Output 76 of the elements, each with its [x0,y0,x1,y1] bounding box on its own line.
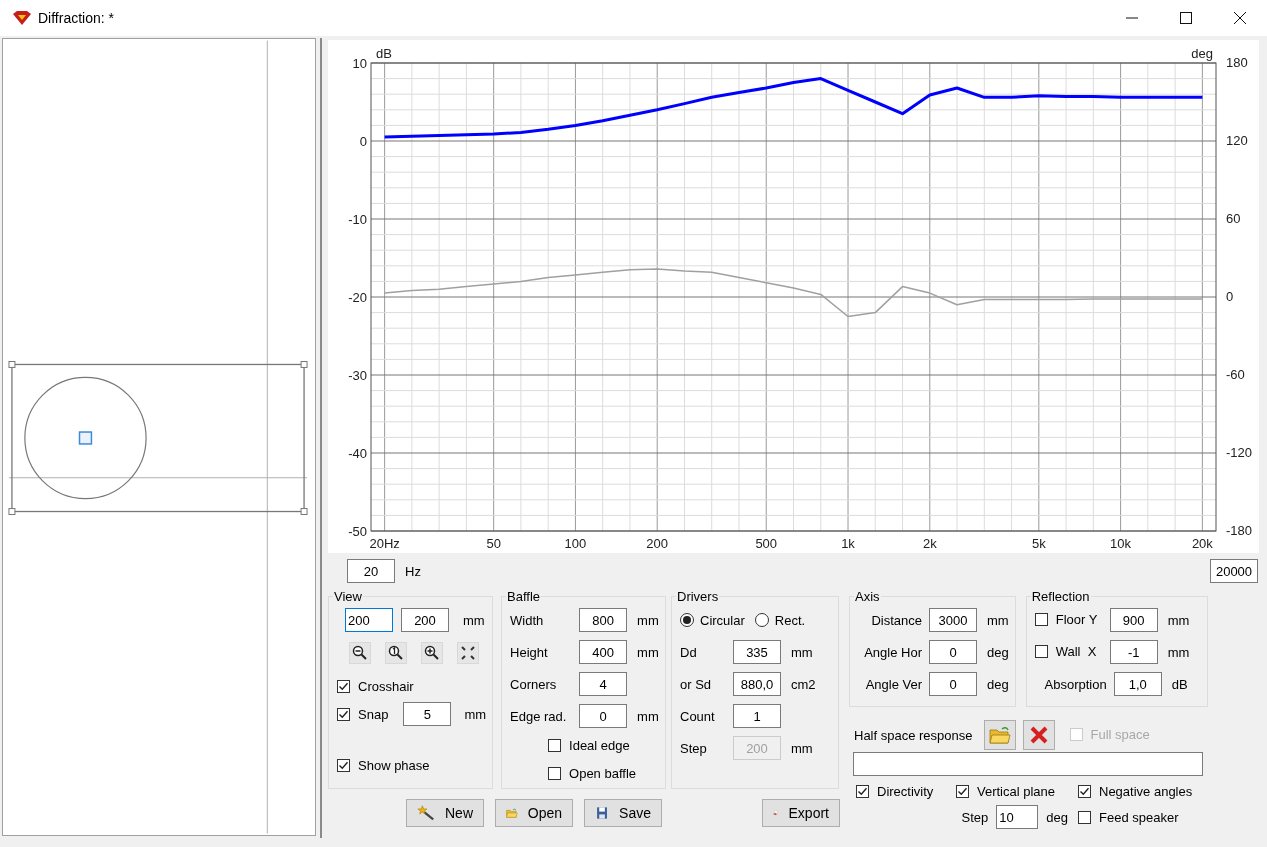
y-axis-label: dB [376,46,392,61]
unit-label: deg [987,676,1009,692]
field-label: Distance [870,612,922,628]
field-label: Step [680,740,708,756]
checkbox-label: Floor Y [1055,611,1098,627]
y2-axis-label: deg [1191,46,1213,61]
unit-label: mm [1167,644,1190,660]
field-label: Count [680,708,716,724]
field-label: Height [510,644,549,660]
unit-label: mm [1167,612,1190,628]
field-label: Absorption [1043,676,1107,692]
checkbox-label: Show phase [358,757,430,773]
field-label: Angle Hor [863,644,922,660]
field-label: Angle Ver [864,676,922,692]
y-tick-label: -50 [348,523,367,539]
checkbox-label: Open baffle [569,765,637,781]
unit-label: mm [791,644,813,660]
y2-tick-label: -60 [1226,366,1245,382]
y-tick-label: -40 [348,445,367,461]
unit-label: mm [637,612,659,628]
unit-label: mm [637,644,659,660]
field-label: or Sd [680,676,713,692]
unit-label: mm [637,708,659,724]
field-label: Corners [510,676,558,692]
x-tick-label: 50 [486,536,501,551]
y2-tick-label: -180 [1226,522,1253,538]
field-label: Half space response [854,727,973,743]
checkbox-label: Ideal edge [569,737,630,753]
checkbox-label: Wall X [1055,643,1097,659]
y-tick-label: -10 [348,211,367,227]
field-label: Step [961,809,989,825]
unit-label: mm [987,612,1009,628]
x-tick-label: 20k [1191,536,1213,551]
x-tick-label: 5k [1031,536,1046,551]
group-title: Axis [854,589,881,604]
group-title: View [333,589,363,604]
x-tick-label: 100 [564,536,587,551]
unit-label: deg [1046,809,1068,825]
y-tick-label: 0 [359,133,367,149]
y-tick-label: -20 [348,289,367,305]
checkbox-label: Feed speaker [1099,809,1179,825]
y2-tick-label: -120 [1226,444,1253,460]
radio-label: Rect. [774,612,806,628]
unit-label: cm2 [791,676,816,692]
field-label: Edge rad. [510,708,568,724]
unit-label: deg [987,644,1009,660]
unit-label: mm [464,706,487,722]
unit-label: dB [1171,676,1188,692]
checkbox-label: Snap [358,706,389,722]
group-title: Baffle [506,589,542,604]
x-tick-label: 10k [1110,536,1132,551]
checkbox-label: Directivity [877,784,934,799]
unit-label: mm [791,740,813,756]
x-tick-label: 2k [922,536,937,551]
field-label: Width [510,612,545,628]
field-label: Dd [680,644,698,660]
checkbox-label: Vertical plane [977,784,1056,799]
y2-tick-label: 180 [1226,54,1248,70]
y2-tick-label: 60 [1226,210,1241,226]
checkbox-label: Crosshair [358,678,414,694]
checkbox-label: Full space [1090,726,1150,742]
group-title: Reflection [1030,589,1091,604]
unit-label: Hz [405,563,421,579]
y2-tick-label: 0 [1226,288,1234,304]
group-title: Drivers [676,589,720,604]
checkbox-label: Negative angles [1099,784,1193,799]
radio-label: Circular [700,612,745,628]
unit-label: mm [463,612,485,628]
y2-tick-label: 120 [1226,132,1248,148]
y-tick-label: 10 [352,55,367,71]
x-tick-label: 1k [841,536,855,551]
x-tick-label: 500 [755,536,778,551]
y-tick-label: -30 [348,367,367,383]
window-title: Diffraction: * [38,10,114,26]
x-tick-label: 20Hz [369,536,400,551]
x-tick-label: 200 [646,536,669,551]
